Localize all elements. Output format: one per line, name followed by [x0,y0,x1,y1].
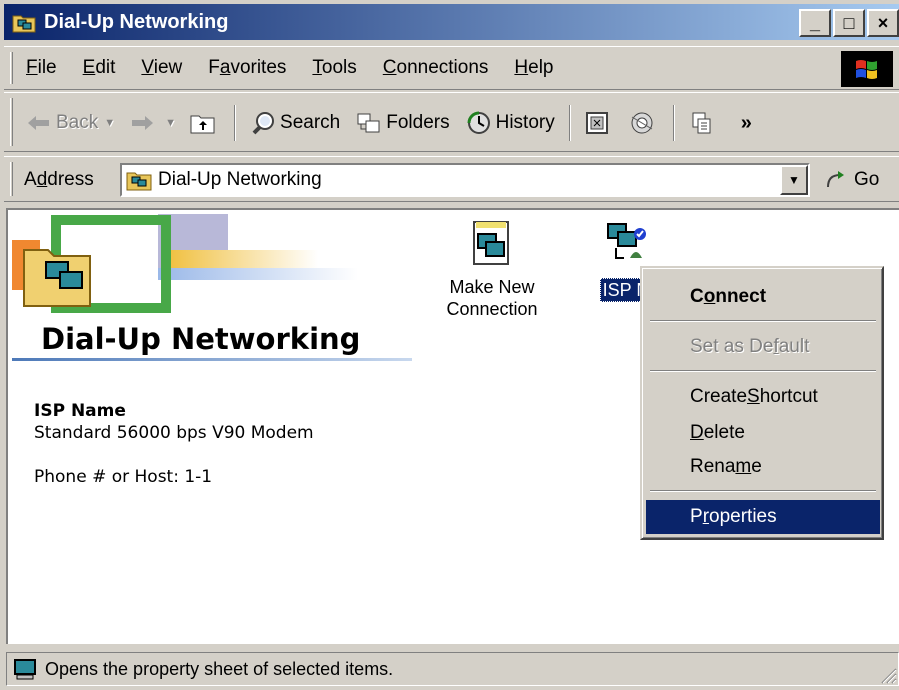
back-arrow-icon [26,110,52,136]
menu-create-shortcut[interactable]: Create Shortcut [646,380,880,414]
windows-logo-icon [841,51,893,87]
go-arrow-icon [827,171,844,188]
search-label: Search [280,112,341,133]
move-to-button[interactable] [581,105,619,141]
toolbar-separator [672,105,675,141]
address-bar: Address Dial-Up Networking ▼ Go [4,156,899,202]
menu-edit[interactable]: Edit [83,57,116,79]
copy-to-icon [629,110,655,136]
make-new-connection-icon [473,221,509,265]
dialup-folder-icon [126,172,152,191]
title-divider [12,358,412,361]
context-menu: Co nnect Set as De f ault Create Shortcut D… [640,266,884,540]
go-label: Go [854,169,880,190]
search-icon [250,110,276,136]
resize-grip-icon[interactable] [879,666,897,684]
menu-properties[interactable]: Pr operties [646,500,880,534]
window-title: Dial-Up Networking [44,10,229,33]
forward-button[interactable]: ▼ [125,105,186,141]
menu-favorites[interactable]: Favorites [208,57,286,79]
delete-toolbar-button[interactable] [685,105,723,141]
folder-title: Dial-Up Networking [41,322,361,356]
menu-connect[interactable]: Co nnect [646,280,880,314]
menu-bar: File Edit View Favorites Tools Connectio… [4,46,899,90]
menu-tools[interactable]: Tools [312,57,356,79]
menu-connections[interactable]: Connections [383,57,489,79]
menu-separator [650,370,876,372]
make-new-connection-label: Make New Connection [446,277,538,319]
addressbar-grip[interactable] [10,162,13,196]
menu-separator [650,490,876,492]
history-button[interactable]: History [462,105,559,141]
dialup-connection-icon [607,223,646,259]
menu-view[interactable]: View [141,57,182,79]
standard-toolbar: Back ▼ ▼ Search Folders History » [4,92,899,152]
address-value: Dial-Up Networking [158,169,322,190]
status-bar: Opens the property sheet of selected ite… [4,648,899,686]
menu-file[interactable]: File [26,57,57,79]
selected-item-phone: Phone # or Host: 1-1 [34,467,213,487]
make-new-connection-item[interactable]: Make New Connection [434,220,550,320]
explorer-window: Dial-Up Networking _ □ × File Edit View … [0,0,899,690]
address-field[interactable]: Dial-Up Networking ▼ [120,163,810,197]
maximize-button[interactable]: □ [833,9,865,37]
details-pane: ISP Name Standard 56000 bps V90 Modem Ph… [34,400,314,488]
close-button[interactable]: × [867,9,899,37]
go-button[interactable]: Go [824,169,879,191]
menu-rename[interactable]: Rena m e [646,450,880,484]
toolbar-overflow-chevron[interactable]: » [741,112,752,135]
dialup-folder-icon [12,15,36,33]
status-text: Opens the property sheet of selected ite… [45,658,394,679]
folders-label: Folders [386,112,450,133]
menu-help[interactable]: Help [514,57,553,79]
menubar-grip[interactable] [10,52,13,84]
search-button[interactable]: Search [246,105,344,141]
toolbar-separator [234,105,237,141]
minimize-button[interactable]: _ [799,9,831,37]
menu-set-as-default[interactable]: Set as De f ault [646,330,880,364]
up-folder-icon [190,110,216,136]
computer-status-icon [14,659,36,680]
forward-arrow-icon [129,110,155,136]
up-button[interactable] [186,105,224,141]
history-icon [466,110,492,136]
delete-icon [689,110,715,136]
toolbar-grip[interactable] [10,98,13,146]
copy-to-button[interactable] [625,105,663,141]
forward-dropdown-icon[interactable]: ▼ [165,117,176,129]
toolbar-separator [568,105,571,141]
folders-button[interactable]: Folders [352,105,453,141]
selected-item-modem: Standard 56000 bps V90 Modem [34,423,314,443]
folders-icon [356,110,382,136]
menu-separator [650,320,876,322]
history-label: History [495,112,555,133]
title-bar[interactable]: Dial-Up Networking _ □ × [4,4,899,40]
back-label: Back [56,112,99,133]
banner-art-icon [12,214,358,313]
address-dropdown-icon[interactable]: ▼ [780,165,808,195]
back-dropdown-icon[interactable]: ▼ [104,117,115,129]
back-button[interactable]: Back ▼ [22,105,125,141]
selected-item-name: ISP Name [34,401,126,421]
move-to-icon [585,110,611,136]
address-label: Address [24,169,94,190]
menu-delete[interactable]: Delete [646,416,880,450]
